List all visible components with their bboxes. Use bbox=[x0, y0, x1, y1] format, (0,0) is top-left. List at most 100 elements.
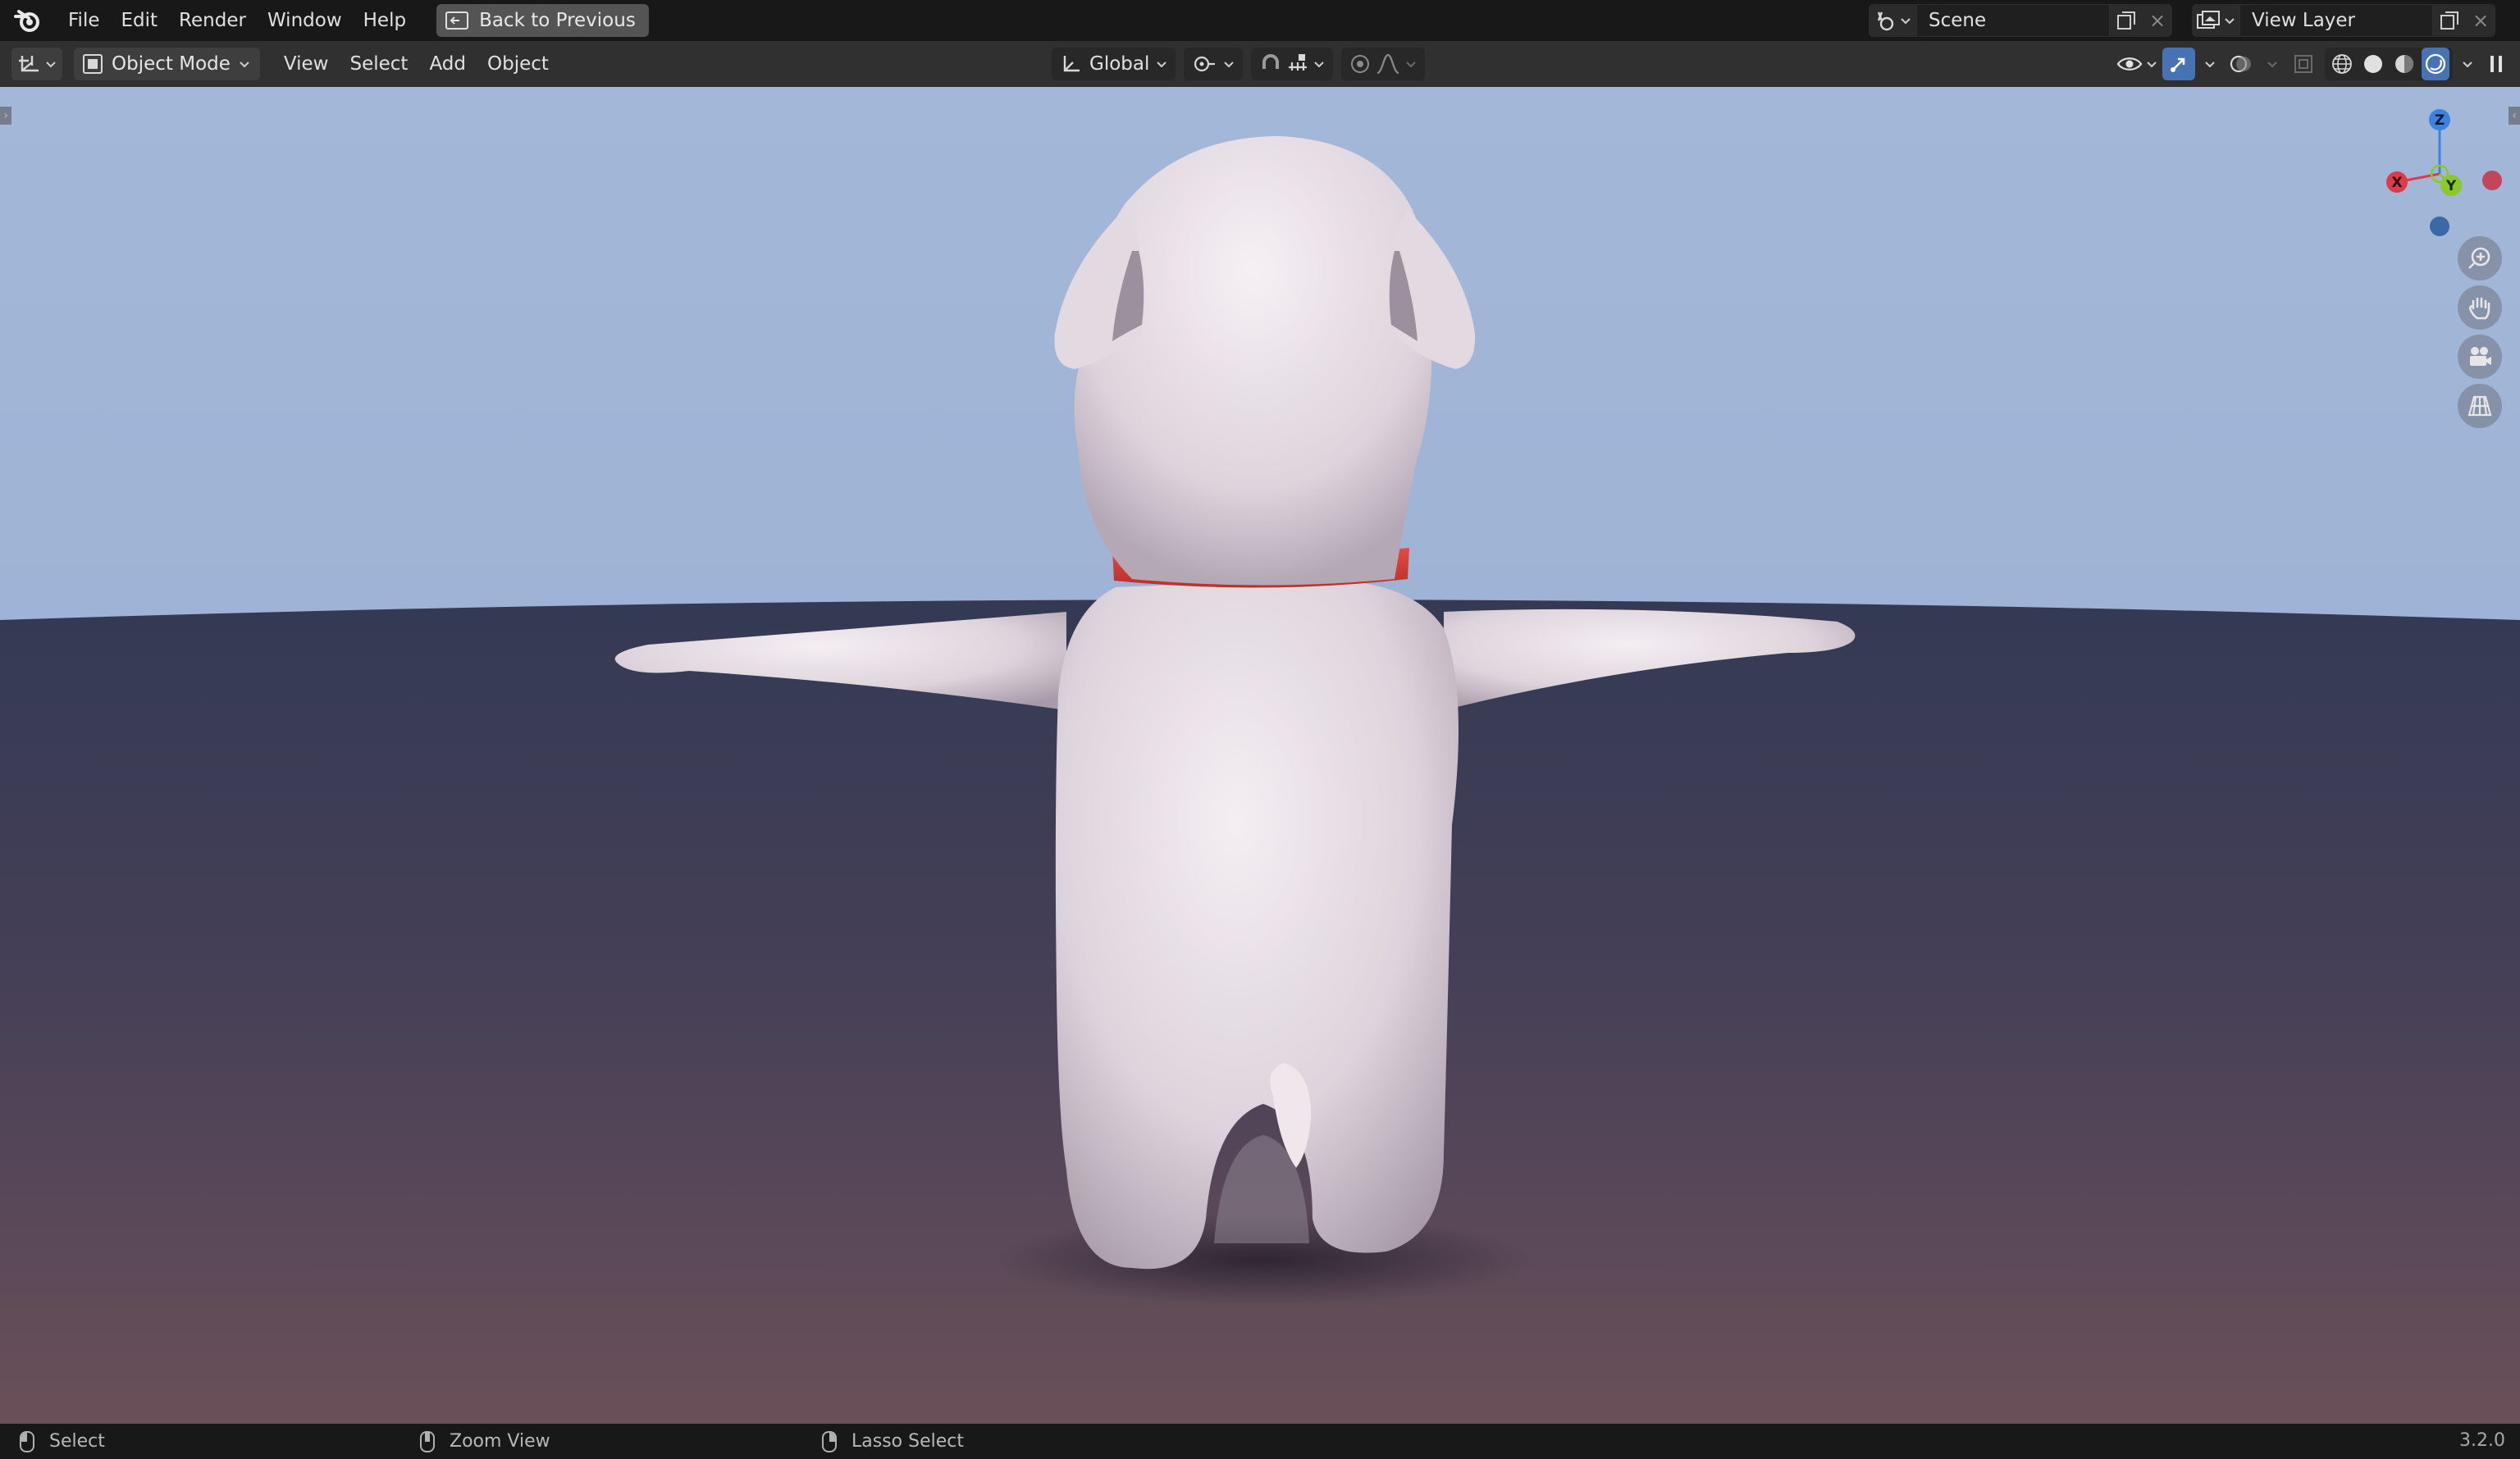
close-icon: × bbox=[2472, 9, 2490, 32]
dog-head bbox=[1074, 136, 1432, 586]
back-to-previous-label: Back to Previous bbox=[479, 10, 636, 31]
delete-scene-button[interactable]: × bbox=[2143, 4, 2172, 37]
chevron-down-icon bbox=[1224, 62, 1235, 68]
viewport-shading-group bbox=[2325, 48, 2453, 80]
chevron-down-icon bbox=[1901, 18, 1911, 25]
pivot-point-dropdown[interactable] bbox=[1184, 48, 1244, 80]
gizmo-z-label: Z bbox=[2435, 112, 2445, 129]
chevron-down-icon bbox=[2225, 18, 2235, 25]
blender-logo-icon[interactable] bbox=[13, 7, 41, 34]
status-right-click-label: Lasso Select bbox=[851, 1431, 964, 1452]
menu-window[interactable]: Window bbox=[257, 4, 353, 37]
scene-icon bbox=[1877, 11, 1894, 31]
proportional-editing-toggle[interactable] bbox=[1341, 48, 1426, 80]
status-left-click-label: Select bbox=[49, 1431, 105, 1452]
editor-type-button[interactable] bbox=[11, 48, 62, 80]
status-middle-click-label: Zoom View bbox=[450, 1431, 550, 1452]
wireframe-shading-button[interactable] bbox=[2328, 48, 2356, 80]
snap-increment-icon bbox=[1289, 54, 1308, 71]
solid-shading-button[interactable] bbox=[2359, 48, 2387, 80]
scene-name-field[interactable]: Scene bbox=[1916, 4, 2110, 37]
transform-tools: Global bbox=[1052, 48, 1426, 80]
object-visibility-dropdown[interactable] bbox=[2116, 48, 2157, 80]
view-layer-name-field[interactable]: View Layer bbox=[2239, 4, 2433, 37]
wireframe-sphere-icon bbox=[2332, 54, 2352, 74]
pause-render-button[interactable] bbox=[2482, 48, 2510, 80]
duplicate-icon bbox=[2117, 11, 2135, 30]
zoom-icon bbox=[2468, 247, 2490, 269]
menu-file[interactable]: File bbox=[57, 4, 111, 37]
grid-perspective-icon bbox=[2468, 395, 2492, 417]
pan-view-button[interactable] bbox=[2458, 285, 2502, 330]
chevron-down-icon bbox=[1157, 62, 1167, 68]
transform-orientation-dropdown[interactable]: Global bbox=[1052, 48, 1176, 80]
toggle-perspective-button[interactable] bbox=[2458, 384, 2502, 428]
show-overlays-toggle[interactable] bbox=[2225, 48, 2258, 80]
eye-icon bbox=[2116, 57, 2143, 71]
close-icon: × bbox=[2148, 9, 2166, 32]
gizmo-neg-z-ball[interactable] bbox=[2430, 217, 2449, 236]
solid-sphere-icon bbox=[2364, 55, 2382, 73]
left-sidebar-toggle[interactable]: › bbox=[0, 107, 11, 125]
shading-options-dropdown[interactable] bbox=[2458, 48, 2477, 80]
scene-browse-button[interactable] bbox=[1869, 4, 1916, 37]
rendered-sphere-icon bbox=[2425, 53, 2446, 75]
menu-object[interactable]: Object bbox=[477, 48, 559, 80]
hand-icon bbox=[2468, 297, 2490, 320]
material-preview-button[interactable] bbox=[2390, 48, 2418, 80]
duplicate-icon bbox=[2440, 11, 2458, 30]
show-gizmo-toggle[interactable] bbox=[2162, 48, 2195, 80]
falloff-curve-icon bbox=[1376, 53, 1399, 75]
object-mode-label: Object Mode bbox=[112, 53, 231, 75]
view-layer-icon bbox=[2197, 11, 2220, 29]
scene-selector: Scene × bbox=[1869, 4, 2172, 37]
transform-orientation-label: Global bbox=[1089, 53, 1150, 75]
chevron-down-icon bbox=[1314, 62, 1325, 68]
menu-render[interactable]: Render bbox=[168, 4, 257, 37]
top-menu-bar: File Edit Render Window Help Back to Pre… bbox=[0, 0, 2520, 41]
material-sphere-icon bbox=[2395, 55, 2413, 73]
xray-icon bbox=[2294, 55, 2312, 73]
menu-edit[interactable]: Edit bbox=[111, 4, 169, 37]
status-bar: Select Zoom View Lasso Select 3.2.0 bbox=[0, 1424, 2520, 1459]
back-to-previous-button[interactable]: Back to Previous bbox=[436, 4, 649, 37]
rendered-shading-button[interactable] bbox=[2422, 48, 2449, 80]
menu-help[interactable]: Help bbox=[353, 4, 417, 37]
gizmo-x-label: X bbox=[2391, 175, 2402, 191]
chevron-down-icon bbox=[2147, 62, 2157, 68]
orientation-global-icon bbox=[1063, 56, 1080, 72]
3d-viewport[interactable]: › ‹ Z X Y bbox=[0, 87, 2520, 1424]
proportional-edit-icon bbox=[1351, 55, 1370, 73]
status-middle-click: Zoom View bbox=[420, 1430, 550, 1452]
status-right-click: Lasso Select bbox=[822, 1430, 964, 1452]
camera-view-button[interactable] bbox=[2458, 335, 2502, 379]
pivot-point-icon bbox=[1194, 56, 1216, 72]
view-layer-selector: View Layer × bbox=[2192, 4, 2495, 37]
delete-view-layer-button[interactable]: × bbox=[2466, 4, 2495, 37]
view-layer-browse-button[interactable] bbox=[2192, 4, 2239, 37]
mouse-middle-icon bbox=[420, 1430, 435, 1452]
menu-select[interactable]: Select bbox=[339, 48, 418, 80]
snapping-toggle[interactable] bbox=[1251, 48, 1334, 80]
chevron-down-icon bbox=[2205, 62, 2215, 68]
new-view-layer-button[interactable] bbox=[2433, 4, 2466, 37]
object-mode-icon bbox=[83, 54, 103, 74]
menu-add[interactable]: Add bbox=[418, 48, 477, 80]
chevron-down-icon bbox=[46, 62, 56, 68]
gizmo-options-dropdown[interactable] bbox=[2200, 48, 2220, 80]
new-scene-button[interactable] bbox=[2110, 4, 2143, 37]
status-left-click: Select bbox=[20, 1430, 105, 1452]
chevron-down-icon bbox=[2267, 62, 2277, 68]
navigation-gizmo[interactable]: Z X Y bbox=[2372, 102, 2504, 241]
overlays-options-dropdown[interactable] bbox=[2262, 48, 2282, 80]
version-label: 3.2.0 bbox=[2459, 1430, 2505, 1451]
menu-view[interactable]: View bbox=[273, 48, 340, 80]
object-mode-dropdown[interactable]: Object Mode bbox=[74, 48, 260, 80]
gizmo-neg-x-ball[interactable] bbox=[2482, 171, 2502, 190]
zoom-view-button[interactable] bbox=[2458, 236, 2502, 280]
right-sidebar-toggle[interactable]: ‹ bbox=[2509, 107, 2520, 125]
chevron-down-icon bbox=[240, 62, 249, 68]
overlays-icon bbox=[2230, 55, 2251, 73]
xray-toggle[interactable] bbox=[2287, 48, 2320, 80]
magnet-icon bbox=[1262, 54, 1280, 69]
